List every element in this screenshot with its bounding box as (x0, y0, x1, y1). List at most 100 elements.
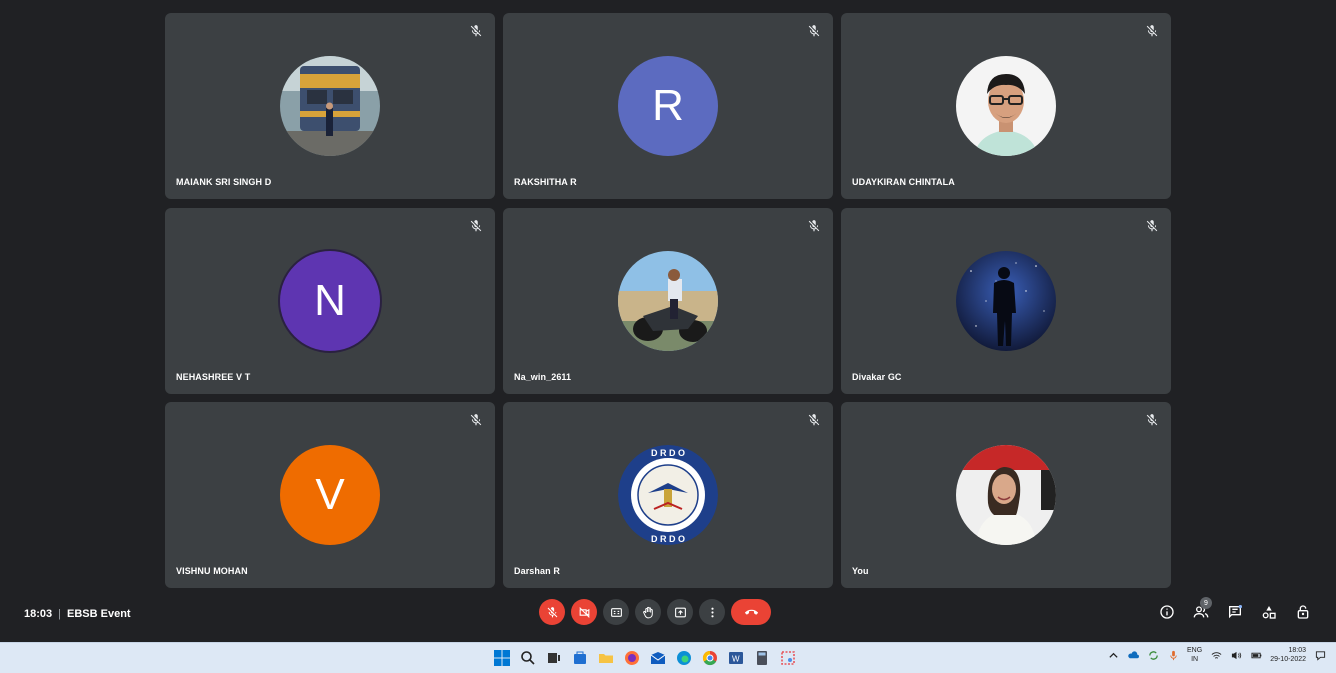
edge-app[interactable] (674, 648, 694, 668)
participant-tile[interactable]: D R D O D R D O Darshan R (503, 402, 833, 588)
battery-icon (1251, 652, 1262, 658)
mail-icon (650, 652, 666, 664)
onedrive-tray[interactable] (1127, 649, 1139, 661)
speaker-icon (1231, 651, 1241, 659)
mic-toggle-button[interactable] (539, 599, 565, 625)
camera-off-icon (578, 606, 590, 618)
meeting-details-button[interactable] (1156, 599, 1178, 625)
people-button[interactable]: 9 (1190, 597, 1212, 625)
sync-icon (1148, 650, 1158, 660)
mic-off-icon (808, 25, 820, 37)
chat-icon (1229, 605, 1242, 619)
captions-icon (610, 607, 622, 617)
mail-app[interactable] (648, 648, 668, 668)
participant-tile[interactable]: You (841, 402, 1171, 588)
start-button[interactable] (492, 648, 512, 668)
system-clock[interactable]: 18:03 29-10-2022 (1270, 646, 1306, 664)
drdo-logo: D R D O D R D O (618, 445, 718, 545)
search-button[interactable] (518, 648, 538, 668)
participant-avatar: N (280, 250, 380, 351)
chrome-app[interactable] (700, 648, 720, 668)
participant-tile[interactable]: V VISHNU MOHAN (165, 402, 495, 588)
word-app[interactable]: W (726, 648, 746, 668)
participant-tile[interactable]: MAIANK SRI SINGH D (165, 13, 495, 199)
mic-off-icon (547, 606, 557, 617)
meeting-time: 18:03 (24, 608, 53, 620)
participant-tile[interactable]: Na_win_2611 (503, 207, 833, 394)
edge-icon (677, 651, 691, 665)
call-controls (539, 599, 771, 625)
mic-off-icon (808, 414, 820, 426)
raise-hand-icon (642, 606, 653, 618)
participant-name: RAKSHITHA R (514, 177, 577, 187)
more-options-button[interactable] (699, 599, 725, 625)
participant-name: VISHNU MOHAN (176, 566, 248, 576)
microphone-tray[interactable] (1167, 649, 1179, 661)
separator: | (58, 608, 61, 620)
end-call-button[interactable] (731, 599, 771, 625)
activities-button[interactable] (1258, 599, 1280, 625)
stars-silhouette-photo (956, 250, 1056, 351)
mic-off-icon (470, 414, 482, 426)
meeting-controls-bar: 18:03 | EBSB Event 9 (0, 596, 1336, 636)
participant-avatar (280, 56, 380, 156)
lock-person-icon (1297, 605, 1309, 619)
file-explorer-app[interactable] (596, 648, 616, 668)
participant-name: UDAYKIRAN CHINTALA (852, 177, 955, 187)
avatar-letter: N (314, 275, 346, 325)
participant-name: NEHASHREE V T (176, 371, 251, 382)
participant-name: MAIANK SRI SINGH D (176, 177, 272, 187)
snipping-tool-app[interactable] (778, 648, 798, 668)
lang-top: ENG (1187, 647, 1203, 654)
mic-off-icon (1146, 414, 1158, 426)
participant-tile[interactable]: R RAKSHITHA R (503, 13, 833, 199)
captions-button[interactable] (603, 599, 629, 625)
chat-button[interactable] (1224, 599, 1246, 625)
mic-off-icon (470, 25, 482, 37)
side-controls: 9 (1156, 597, 1314, 625)
participant-name: Darshan R (514, 566, 560, 576)
raise-hand-button[interactable] (635, 599, 661, 625)
input-language[interactable]: ENG IN (1187, 646, 1202, 664)
volume-tray[interactable] (1230, 649, 1242, 661)
info-icon (1160, 605, 1174, 619)
wifi-tray[interactable] (1210, 649, 1222, 661)
search-icon (521, 651, 535, 665)
present-button[interactable] (667, 599, 693, 625)
train-photo (280, 56, 380, 156)
battery-tray[interactable] (1250, 649, 1262, 661)
notifications-button[interactable] (1314, 649, 1326, 661)
participant-tile[interactable]: N NEHASHREE V T (165, 207, 495, 394)
camera-toggle-button[interactable] (571, 599, 597, 625)
system-tray: ENG IN 18:03 29-10-2022 (1107, 646, 1326, 664)
participant-tile[interactable]: Divakar GC (841, 207, 1171, 394)
store-app[interactable] (570, 648, 590, 668)
lang-bottom: IN (1191, 656, 1199, 663)
logo-text-top: D R D O (651, 448, 685, 458)
cloud-icon (1127, 650, 1139, 658)
mic-off-icon (1146, 219, 1158, 231)
participant-avatar: D R D O D R D O (618, 445, 718, 545)
task-view-button[interactable] (544, 648, 564, 668)
mic-off-icon (1146, 25, 1158, 37)
participant-tile[interactable]: UDAYKIRAN CHINTALA (841, 13, 1171, 199)
drive-sync-tray[interactable] (1147, 649, 1159, 661)
meeting-title: EBSB Event (67, 608, 131, 620)
clock-time: 18:03 (1288, 647, 1306, 654)
meeting-info: 18:03 | EBSB Event (24, 608, 131, 620)
host-controls-button[interactable] (1292, 599, 1314, 625)
windows-taskbar: W ENG IN 18:03 29-10-2022 (0, 642, 1336, 673)
task-view-icon (548, 653, 560, 663)
woman-photo (956, 445, 1056, 545)
notification-icon (1315, 650, 1325, 661)
show-hidden-icons-button[interactable] (1107, 649, 1119, 661)
calculator-app[interactable] (752, 648, 772, 668)
firefox-app[interactable] (622, 648, 642, 668)
chevron-up-icon (1108, 652, 1118, 658)
mic-off-icon (470, 219, 482, 231)
participant-avatar (956, 56, 1056, 156)
microphone-icon (1169, 650, 1177, 660)
mic-off-icon (808, 219, 820, 231)
present-icon (674, 607, 686, 617)
meet-window: MAIANK SRI SINGH D R RAKSHITHA R UDAYKIR… (0, 0, 1336, 642)
